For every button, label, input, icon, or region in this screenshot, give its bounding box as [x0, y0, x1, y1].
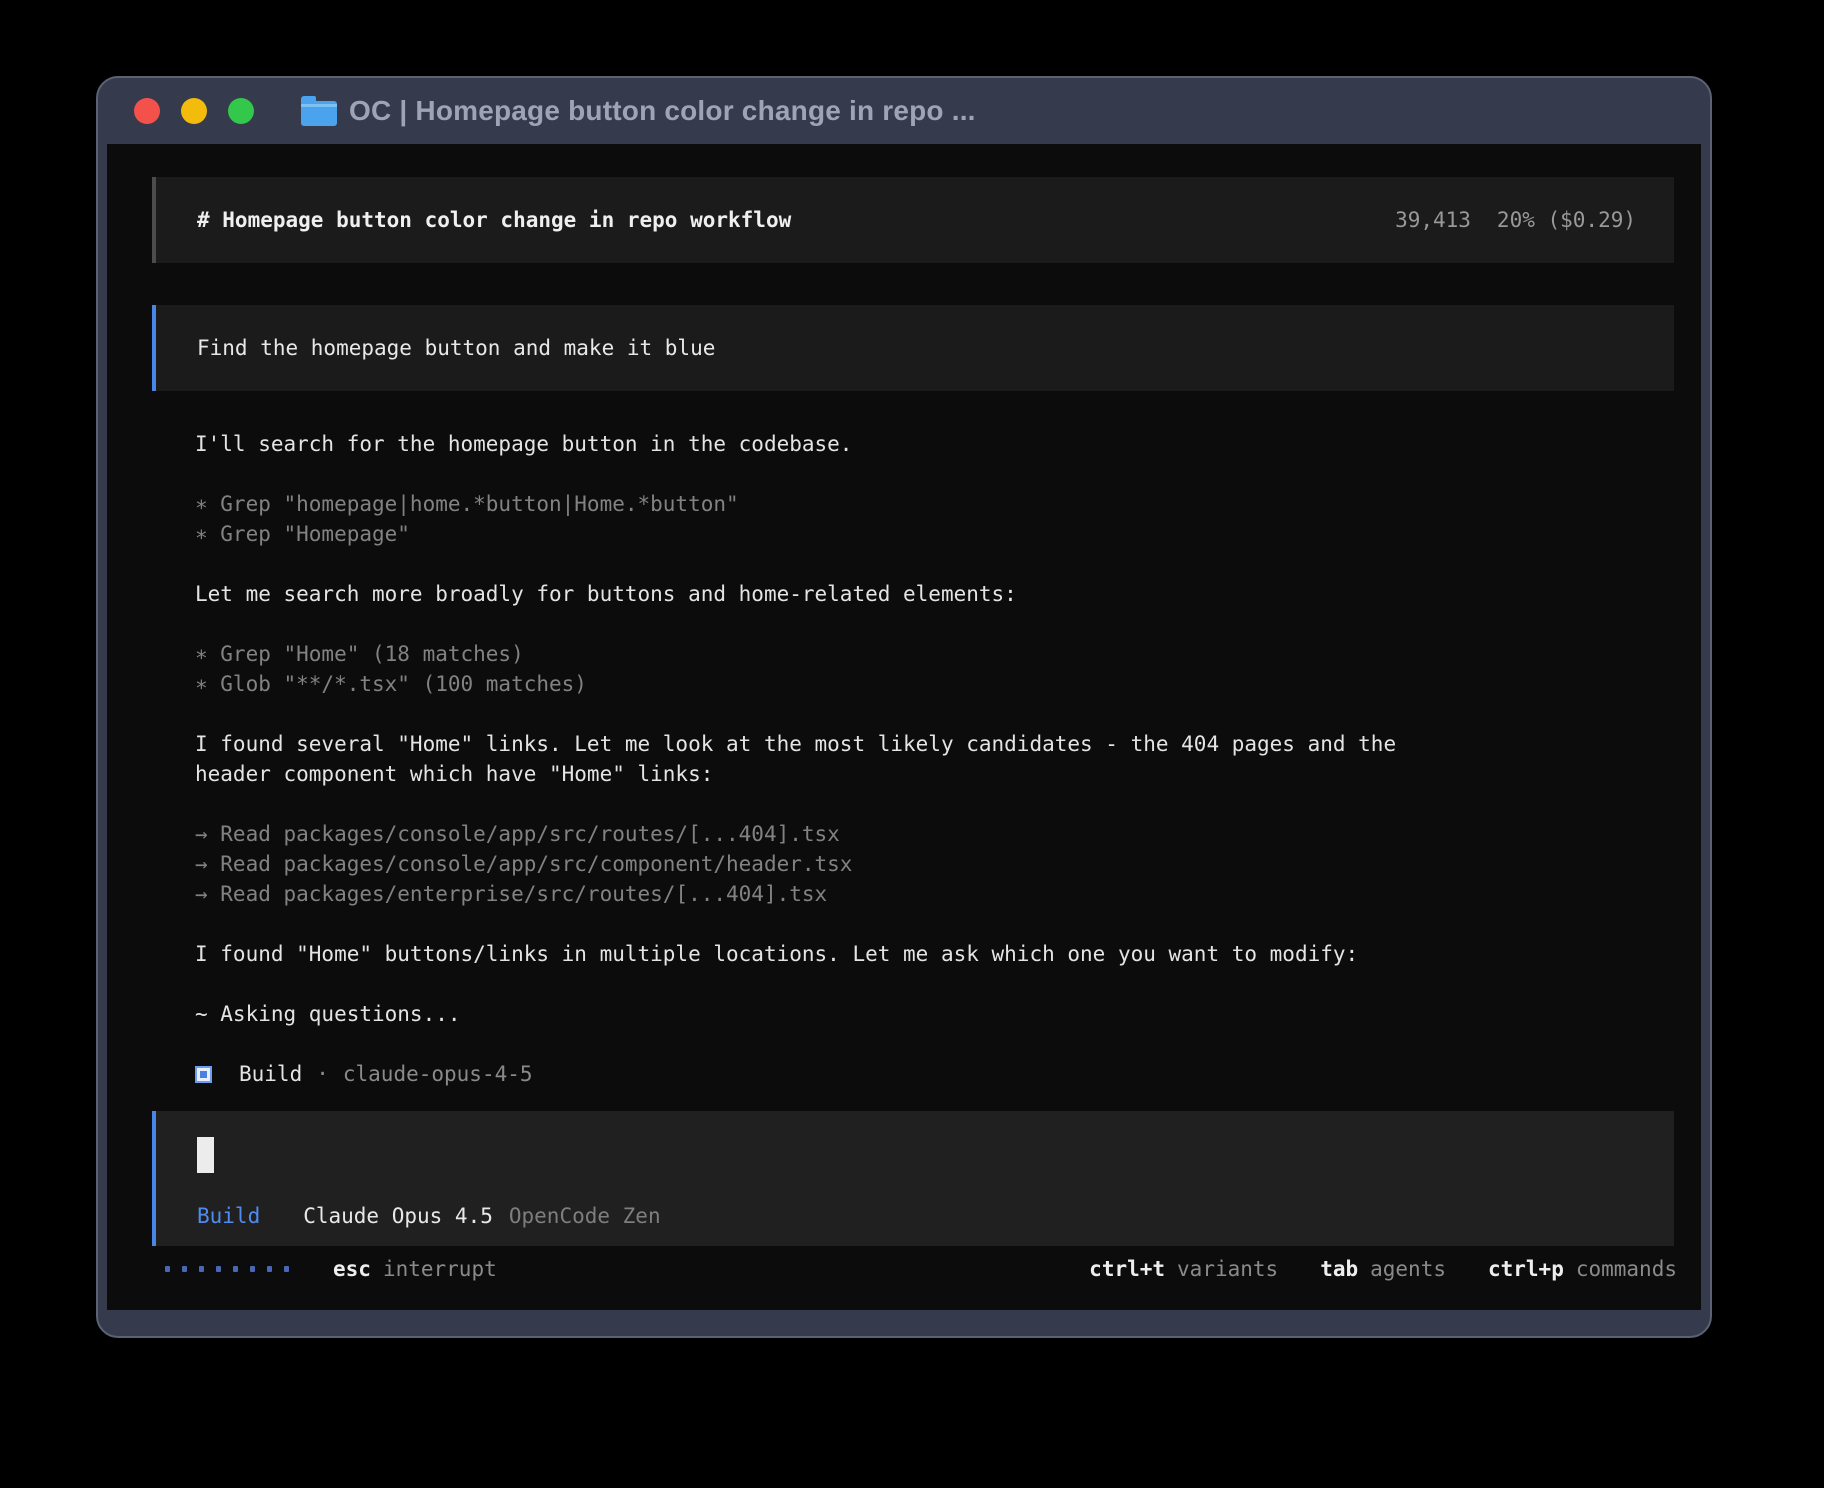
- hint-label: commands: [1576, 1254, 1677, 1284]
- assistant-text-line: ~ Asking questions...: [195, 999, 1701, 1029]
- status-hints-right: ctrl+t variants tab agents ctrl+p commands: [1089, 1254, 1677, 1284]
- tool-call-line: ∗ Grep "homepage|home.*button|Home.*butt…: [195, 489, 1701, 519]
- activity-dot: [267, 1266, 272, 1272]
- hint-key: ctrl+p: [1488, 1254, 1564, 1284]
- provider-label: OpenCode Zen: [509, 1201, 661, 1231]
- token-count: 39,413: [1395, 205, 1471, 235]
- transcript-gap: [195, 459, 1701, 489]
- activity-dot: [182, 1266, 187, 1272]
- titlebar: OC | Homepage button color change in rep…: [98, 78, 1710, 144]
- transcript-gap: [195, 969, 1701, 999]
- agent-icon: [195, 1066, 212, 1083]
- agent-mode-label[interactable]: Build: [197, 1201, 260, 1231]
- hint-label: interrupt: [383, 1254, 497, 1284]
- context-usage: 20% ($0.29): [1497, 205, 1636, 235]
- activity-dot: [216, 1266, 221, 1272]
- transcript-gap: [195, 1029, 1701, 1059]
- transcript-gap: [195, 549, 1701, 579]
- keyboard-hint: ctrl+p commands: [1488, 1254, 1677, 1284]
- tool-call-line: ∗ Grep "Home" (18 matches): [195, 639, 1701, 669]
- assistant-text-line: I'll search for the homepage button in t…: [195, 429, 1701, 459]
- tool-call-line: → Read packages/console/app/src/routes/[…: [195, 819, 1701, 849]
- user-message: Find the homepage button and make it blu…: [152, 305, 1674, 391]
- session-stats: 39,413 20% ($0.29): [1395, 205, 1636, 235]
- agent-name: Build: [239, 1059, 302, 1089]
- transcript-gap: [195, 699, 1701, 729]
- agent-model: claude-opus-4-5: [343, 1059, 533, 1089]
- session-header: # Homepage button color change in repo w…: [152, 177, 1674, 263]
- zoom-button[interactable]: [228, 98, 254, 124]
- tool-call-line: → Read packages/console/app/src/componen…: [195, 849, 1701, 879]
- activity-dot: [250, 1266, 255, 1272]
- close-button[interactable]: [134, 98, 160, 124]
- minimize-button[interactable]: [181, 98, 207, 124]
- transcript-gap: [195, 909, 1701, 939]
- tool-call-line: → Read packages/enterprise/src/routes/[.…: [195, 879, 1701, 909]
- activity-dot: [165, 1266, 170, 1272]
- hint-label: variants: [1177, 1254, 1278, 1284]
- assistant-text-line: header component which have "Home" links…: [195, 759, 1701, 789]
- status-bar: escinterrupt ctrl+tvariantstabagentsctrl…: [107, 1254, 1701, 1284]
- activity-dot: [284, 1266, 289, 1272]
- assistant-text-line: I found several "Home" links. Let me loo…: [195, 729, 1701, 759]
- tool-call-line: ∗ Grep "Homepage": [195, 519, 1701, 549]
- assistant-text-line: I found "Home" buttons/links in multiple…: [195, 939, 1701, 969]
- hint-key: esc: [333, 1254, 371, 1284]
- activity-dots: [165, 1266, 289, 1272]
- terminal-content: # Homepage button color change in repo w…: [107, 144, 1701, 1310]
- agent-result-line: Build · claude-opus-4-5: [195, 1059, 1701, 1089]
- activity-dot: [199, 1266, 204, 1272]
- title-group: OC | Homepage button color change in rep…: [301, 95, 976, 127]
- activity-dot: [233, 1266, 238, 1272]
- window-controls: [134, 98, 254, 124]
- assistant-text-line: Let me search more broadly for buttons a…: [195, 579, 1701, 609]
- tool-call-line: ∗ Glob "**/*.tsx" (100 matches): [195, 669, 1701, 699]
- prompt-input[interactable]: Build Claude Opus 4.5 OpenCode Zen: [152, 1111, 1674, 1246]
- status-hints-left: esc interrupt: [333, 1254, 497, 1284]
- transcript-gap: [195, 609, 1701, 639]
- keyboard-hint: ctrl+t variants: [1089, 1254, 1278, 1284]
- folder-icon: [301, 101, 337, 126]
- agent-separator: ·: [316, 1059, 329, 1089]
- user-message-text: Find the homepage button and make it blu…: [197, 336, 715, 360]
- session-title: # Homepage button color change in repo w…: [197, 205, 791, 235]
- transcript: I'll search for the homepage button in t…: [107, 429, 1701, 1089]
- text-cursor: [197, 1137, 214, 1173]
- window-title: OC | Homepage button color change in rep…: [349, 95, 976, 127]
- terminal-window: OC | Homepage button color change in rep…: [96, 76, 1712, 1338]
- transcript-gap: [195, 789, 1701, 819]
- keyboard-hint: tab agents: [1320, 1254, 1446, 1284]
- keyboard-hint: esc interrupt: [333, 1254, 497, 1284]
- model-label: Claude Opus 4.5: [303, 1201, 493, 1231]
- hint-label: agents: [1370, 1254, 1446, 1284]
- hint-key: tab: [1320, 1254, 1358, 1284]
- hint-key: ctrl+t: [1089, 1254, 1165, 1284]
- window-bottom-edge: [98, 1310, 1710, 1336]
- input-meta: Build Claude Opus 4.5 OpenCode Zen: [197, 1201, 1636, 1231]
